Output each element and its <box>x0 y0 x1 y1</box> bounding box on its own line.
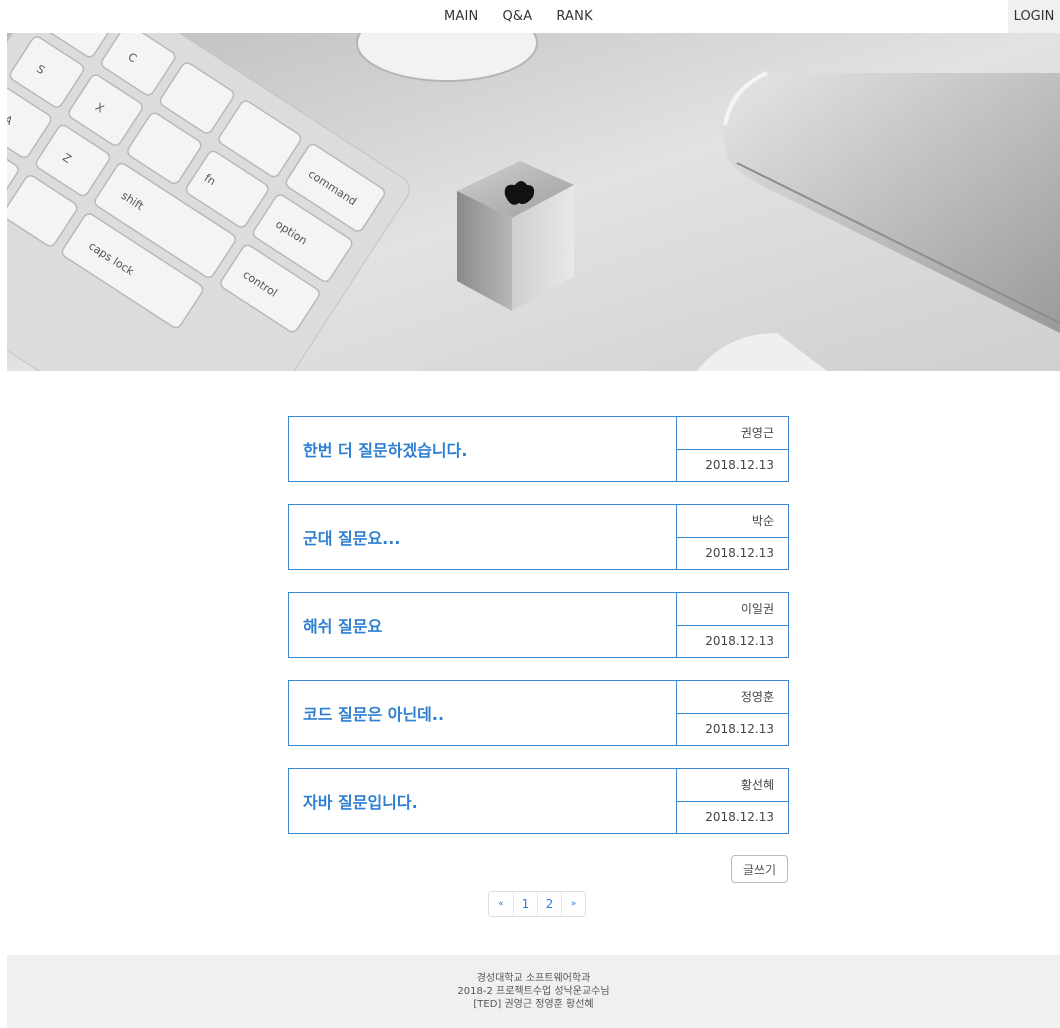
post-date: 2018.12.13 <box>705 458 774 473</box>
post-author: 정영훈 <box>677 681 788 714</box>
post-title[interactable]: 한번 더 질문하겠습니다. <box>289 417 677 481</box>
nav-links: MAIN Q&A RANK <box>444 0 617 33</box>
nav-main-link[interactable]: MAIN <box>444 9 478 24</box>
nav-qa-link[interactable]: Q&A <box>502 9 532 24</box>
footer-team: [TED] 권영근 정영훈 황선혜 <box>473 999 594 1010</box>
pagination-page-2[interactable]: 2 <box>537 892 561 916</box>
pagination: « 1 2 » <box>488 891 586 917</box>
post-card[interactable]: 한번 더 질문하겠습니다. 권영근 2018.12.13 <box>288 416 789 482</box>
post-author: 이일권 <box>677 593 788 626</box>
top-navbar: MAIN Q&A RANK LOGIN <box>0 0 1060 33</box>
post-date: 2018.12.13 <box>705 634 774 649</box>
post-author: 황선혜 <box>677 769 788 802</box>
post-meta: 정영훈 2018.12.13 <box>677 681 788 745</box>
post-card[interactable]: 자바 질문입니다. 황선혜 2018.12.13 <box>288 768 789 834</box>
nav-rank-link[interactable]: RANK <box>556 9 592 24</box>
post-card[interactable]: 코드 질문은 아닌데.. 정영훈 2018.12.13 <box>288 680 789 746</box>
write-post-button[interactable]: 글쓰기 <box>731 855 788 883</box>
pagination-prev[interactable]: « <box>489 892 513 916</box>
post-meta: 권영근 2018.12.13 <box>677 417 788 481</box>
hero-banner-image: command option control fn shift caps loc… <box>7 33 1060 371</box>
post-meta: 박순 2018.12.13 <box>677 505 788 569</box>
pagination-page-1[interactable]: 1 <box>513 892 537 916</box>
post-date: 2018.12.13 <box>705 810 774 825</box>
post-title[interactable]: 코드 질문은 아닌데.. <box>289 681 677 745</box>
post-title[interactable]: 자바 질문입니다. <box>289 769 677 833</box>
post-date: 2018.12.13 <box>705 546 774 561</box>
post-title[interactable]: 군대 질문요... <box>289 505 677 569</box>
login-button[interactable]: LOGIN <box>1008 0 1060 33</box>
footer-department: 경성대학교 소프트웨어학과 <box>476 973 591 984</box>
post-title[interactable]: 해쉬 질문요 <box>289 593 677 657</box>
footer-course: 2018-2 프로젝트수업 성낙운교수님 <box>457 986 610 997</box>
post-meta: 황선혜 2018.12.13 <box>677 769 788 833</box>
post-author: 권영근 <box>677 417 788 450</box>
post-card[interactable]: 해쉬 질문요 이일권 2018.12.13 <box>288 592 789 658</box>
pagination-next[interactable]: » <box>561 892 585 916</box>
footer: 경성대학교 소프트웨어학과 2018-2 프로젝트수업 성낙운교수님 [TED]… <box>7 955 1060 1028</box>
post-card[interactable]: 군대 질문요... 박순 2018.12.13 <box>288 504 789 570</box>
post-author: 박순 <box>677 505 788 538</box>
post-date: 2018.12.13 <box>705 722 774 737</box>
hero-photo-illustration: command option control fn shift caps loc… <box>7 33 1060 371</box>
post-meta: 이일권 2018.12.13 <box>677 593 788 657</box>
